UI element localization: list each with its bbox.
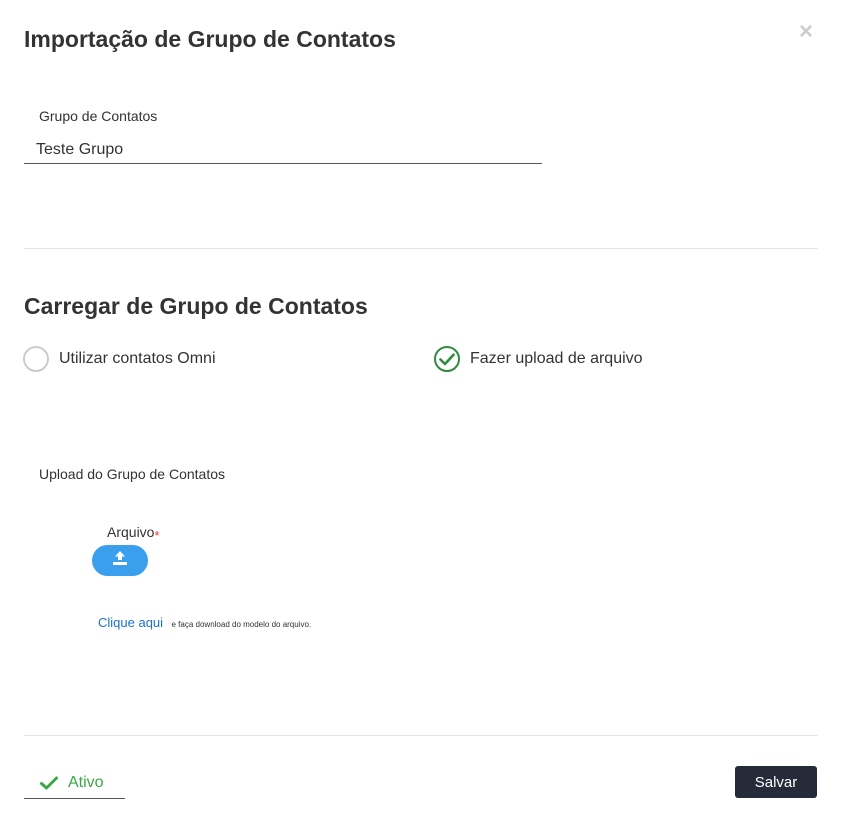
- upload-file-button[interactable]: [92, 545, 148, 576]
- check-circle-icon: [434, 346, 460, 372]
- radio-label-omni: Utilizar contatos Omni: [59, 350, 216, 367]
- required-mark: *: [154, 528, 160, 543]
- checkmark-icon: [40, 776, 58, 790]
- download-template-link[interactable]: Clique aqui: [98, 615, 163, 630]
- file-field-label: Arquivo*: [107, 524, 160, 543]
- group-field-label: Grupo de Contatos: [39, 108, 158, 124]
- footer-divider: [24, 735, 818, 736]
- load-section-title: Carregar de Grupo de Contatos: [24, 293, 368, 319]
- status-label: Ativo: [68, 774, 104, 791]
- radio-upload-file[interactable]: Fazer upload de arquivo: [434, 344, 643, 374]
- active-status-toggle[interactable]: Ativo: [24, 768, 125, 799]
- save-button[interactable]: Salvar: [735, 766, 817, 798]
- group-name-input[interactable]: [24, 136, 542, 164]
- radio-use-omni-contacts[interactable]: Utilizar contatos Omni: [23, 344, 216, 374]
- radio-unchecked-icon: [23, 346, 49, 372]
- close-icon[interactable]: ×: [796, 20, 816, 44]
- download-template-text: e faça download do modelo do arquivo.: [171, 620, 312, 629]
- modal-title: Importação de Grupo de Contatos: [24, 26, 396, 52]
- file-label-text: Arquivo: [107, 524, 155, 540]
- section-divider: [24, 248, 818, 249]
- download-template-row: Clique aqui e faça download do modelo do…: [98, 614, 311, 632]
- radio-label-upload: Fazer upload de arquivo: [470, 350, 643, 367]
- upload-section-label: Upload do Grupo de Contatos: [39, 466, 226, 482]
- import-contact-group-modal: Importação de Grupo de Contatos × Grupo …: [0, 0, 854, 821]
- upload-icon: [111, 549, 129, 572]
